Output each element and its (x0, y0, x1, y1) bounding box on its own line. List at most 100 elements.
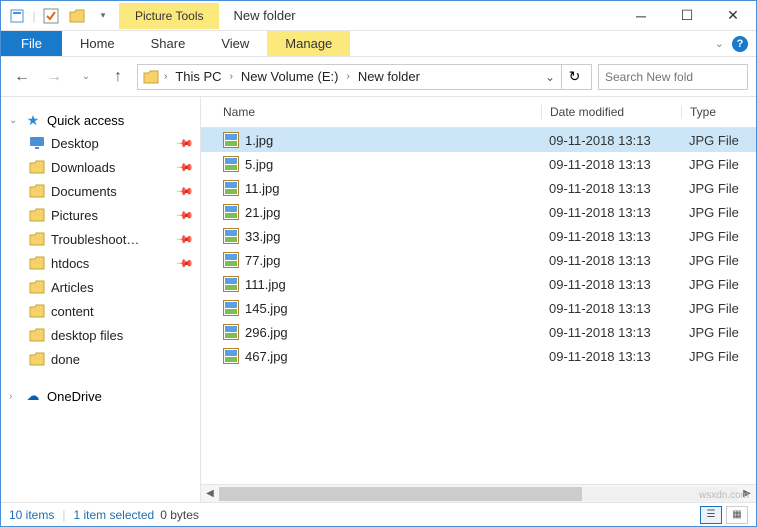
file-row[interactable]: 5.jpg09-11-2018 13:13JPG File (201, 152, 756, 176)
chevron-right-icon[interactable]: › (228, 71, 235, 82)
breadcrumb-this-pc[interactable]: This PC (171, 69, 225, 84)
file-row[interactable]: 111.jpg 09-11-2018 13:13JPG File (201, 272, 756, 296)
search-input[interactable] (605, 70, 741, 84)
folder-icon (29, 183, 45, 199)
sidebar-item[interactable]: Troubleshoot…📌 (7, 227, 194, 251)
close-button[interactable]: ✕ (710, 1, 756, 31)
watermark: wsxdn.com (699, 490, 749, 501)
help-button[interactable]: ? (732, 36, 748, 52)
sidebar-item-label: Pictures (51, 208, 98, 223)
breadcrumb-folder[interactable]: New folder (354, 69, 424, 84)
file-name: 33.jpg (245, 229, 280, 244)
ribbon-tabs: File Home Share View Manage ⌄ ? (1, 31, 756, 57)
image-file-icon (223, 300, 239, 316)
onedrive-label: OneDrive (47, 389, 102, 404)
file-row[interactable]: 21.jpg09-11-2018 13:13JPG File (201, 200, 756, 224)
file-row[interactable]: 296.jpg09-11-2018 13:13JPG File (201, 320, 756, 344)
checkbox-icon[interactable] (39, 5, 63, 27)
main-area: ⌄ ★ Quick access Desktop📌Downloads📌Docum… (1, 97, 756, 502)
file-row[interactable]: 467.jpg09-11-2018 13:13JPG File (201, 344, 756, 368)
file-name: 111.jpg (245, 277, 286, 292)
sidebar-item[interactable]: htdocs📌 (7, 251, 194, 275)
sidebar-item[interactable]: Downloads📌 (7, 155, 194, 179)
quick-access-label: Quick access (47, 113, 124, 128)
file-row[interactable]: 1.jpg09-11-2018 13:13JPG File (201, 128, 756, 152)
pin-icon: 📌 (176, 134, 195, 153)
file-tab[interactable]: File (1, 31, 62, 56)
file-date: 09-11-2018 13:13 (541, 205, 681, 220)
pin-icon: 📌 (176, 182, 195, 201)
chevron-right-icon[interactable]: › (344, 71, 351, 82)
sidebar-item-label: content (51, 304, 94, 319)
chevron-right-icon[interactable]: › (162, 71, 169, 82)
status-bar: 10 items | 1 item selected 0 bytes ☰ ▦ (1, 502, 756, 526)
scroll-track[interactable] (219, 487, 738, 501)
file-row[interactable]: 33.jpg09-11-2018 13:13JPG File (201, 224, 756, 248)
status-item-count: 10 items (9, 508, 54, 522)
sidebar-item[interactable]: Pictures📌 (7, 203, 194, 227)
file-type: JPG File (681, 229, 756, 244)
scroll-left-icon[interactable]: ◀ (201, 488, 219, 499)
tab-view[interactable]: View (203, 31, 267, 56)
tab-home[interactable]: Home (62, 31, 133, 56)
sidebar-item[interactable]: Desktop📌 (7, 131, 194, 155)
properties-icon[interactable] (5, 5, 29, 27)
column-name[interactable]: Name (201, 105, 541, 119)
image-file-icon (223, 180, 239, 196)
image-file-icon (223, 132, 239, 148)
tab-manage[interactable]: Manage (267, 31, 350, 56)
minimize-button[interactable]: ─ (618, 1, 664, 31)
sidebar-item[interactable]: desktop files (7, 323, 194, 347)
back-button[interactable]: ← (9, 64, 35, 90)
column-date[interactable]: Date modified (541, 105, 681, 119)
file-date: 09-11-2018 13:13 (541, 133, 681, 148)
address-bar[interactable]: › This PC › New Volume (E:) › New folder… (137, 64, 592, 90)
search-box[interactable] (598, 64, 748, 90)
file-type: JPG File (681, 277, 756, 292)
ribbon-collapse-icon[interactable]: ⌄ (715, 37, 724, 50)
image-file-icon (223, 348, 239, 364)
pin-icon: 📌 (176, 230, 195, 249)
sidebar-item[interactable]: done (7, 347, 194, 371)
image-file-icon (223, 204, 239, 220)
breadcrumb-volume[interactable]: New Volume (E:) (237, 69, 343, 84)
recent-dropdown-icon[interactable]: ⌄ (73, 64, 99, 90)
column-type[interactable]: Type (681, 105, 756, 119)
sidebar-item-label: htdocs (51, 256, 89, 271)
horizontal-scrollbar[interactable]: ◀ ▶ (201, 484, 756, 502)
forward-button[interactable]: → (41, 64, 67, 90)
navigation-bar: ← → ⌄ ↑ › This PC › New Volume (E:) › Ne… (1, 57, 756, 97)
scroll-thumb[interactable] (219, 487, 582, 501)
file-name: 77.jpg (245, 253, 280, 268)
chevron-down-icon[interactable]: ⌄ (9, 115, 19, 126)
sidebar-item-label: done (51, 352, 80, 367)
file-type: JPG File (681, 253, 756, 268)
sidebar-item[interactable]: Documents📌 (7, 179, 194, 203)
refresh-button[interactable]: ↻ (561, 64, 587, 90)
onedrive-node[interactable]: › ☁ OneDrive (7, 385, 194, 407)
file-row[interactable]: 145.jpg09-11-2018 13:13JPG File (201, 296, 756, 320)
address-dropdown-icon[interactable]: ⌄ (541, 70, 559, 84)
sidebar-item[interactable]: Articles (7, 275, 194, 299)
file-row[interactable]: 77.jpg 09-11-2018 13:13JPG File (201, 248, 756, 272)
chevron-right-icon[interactable]: › (9, 391, 19, 402)
new-folder-icon[interactable] (65, 5, 89, 27)
tab-share[interactable]: Share (133, 31, 204, 56)
sidebar-item[interactable]: content (7, 299, 194, 323)
thumbnails-view-button[interactable]: ▦ (726, 506, 748, 524)
maximize-button[interactable]: ☐ (664, 1, 710, 31)
up-button[interactable]: ↑ (105, 64, 131, 90)
file-type: JPG File (681, 181, 756, 196)
qat-dropdown-icon[interactable]: ▾ (91, 5, 115, 27)
file-name: 5.jpg (245, 157, 273, 172)
folder-icon (29, 159, 45, 175)
pin-icon: 📌 (176, 158, 195, 177)
navigation-tree: ⌄ ★ Quick access Desktop📌Downloads📌Docum… (1, 97, 201, 502)
title-bar: | ▾ Picture Tools New folder ─ ☐ ✕ (1, 1, 756, 31)
file-row[interactable]: 11.jpg09-11-2018 13:13JPG File (201, 176, 756, 200)
details-view-button[interactable]: ☰ (700, 506, 722, 524)
file-date: 09-11-2018 13:13 (541, 277, 681, 292)
window-title: New folder (225, 8, 618, 23)
file-date: 09-11-2018 13:13 (541, 253, 681, 268)
quick-access-node[interactable]: ⌄ ★ Quick access (7, 109, 194, 131)
